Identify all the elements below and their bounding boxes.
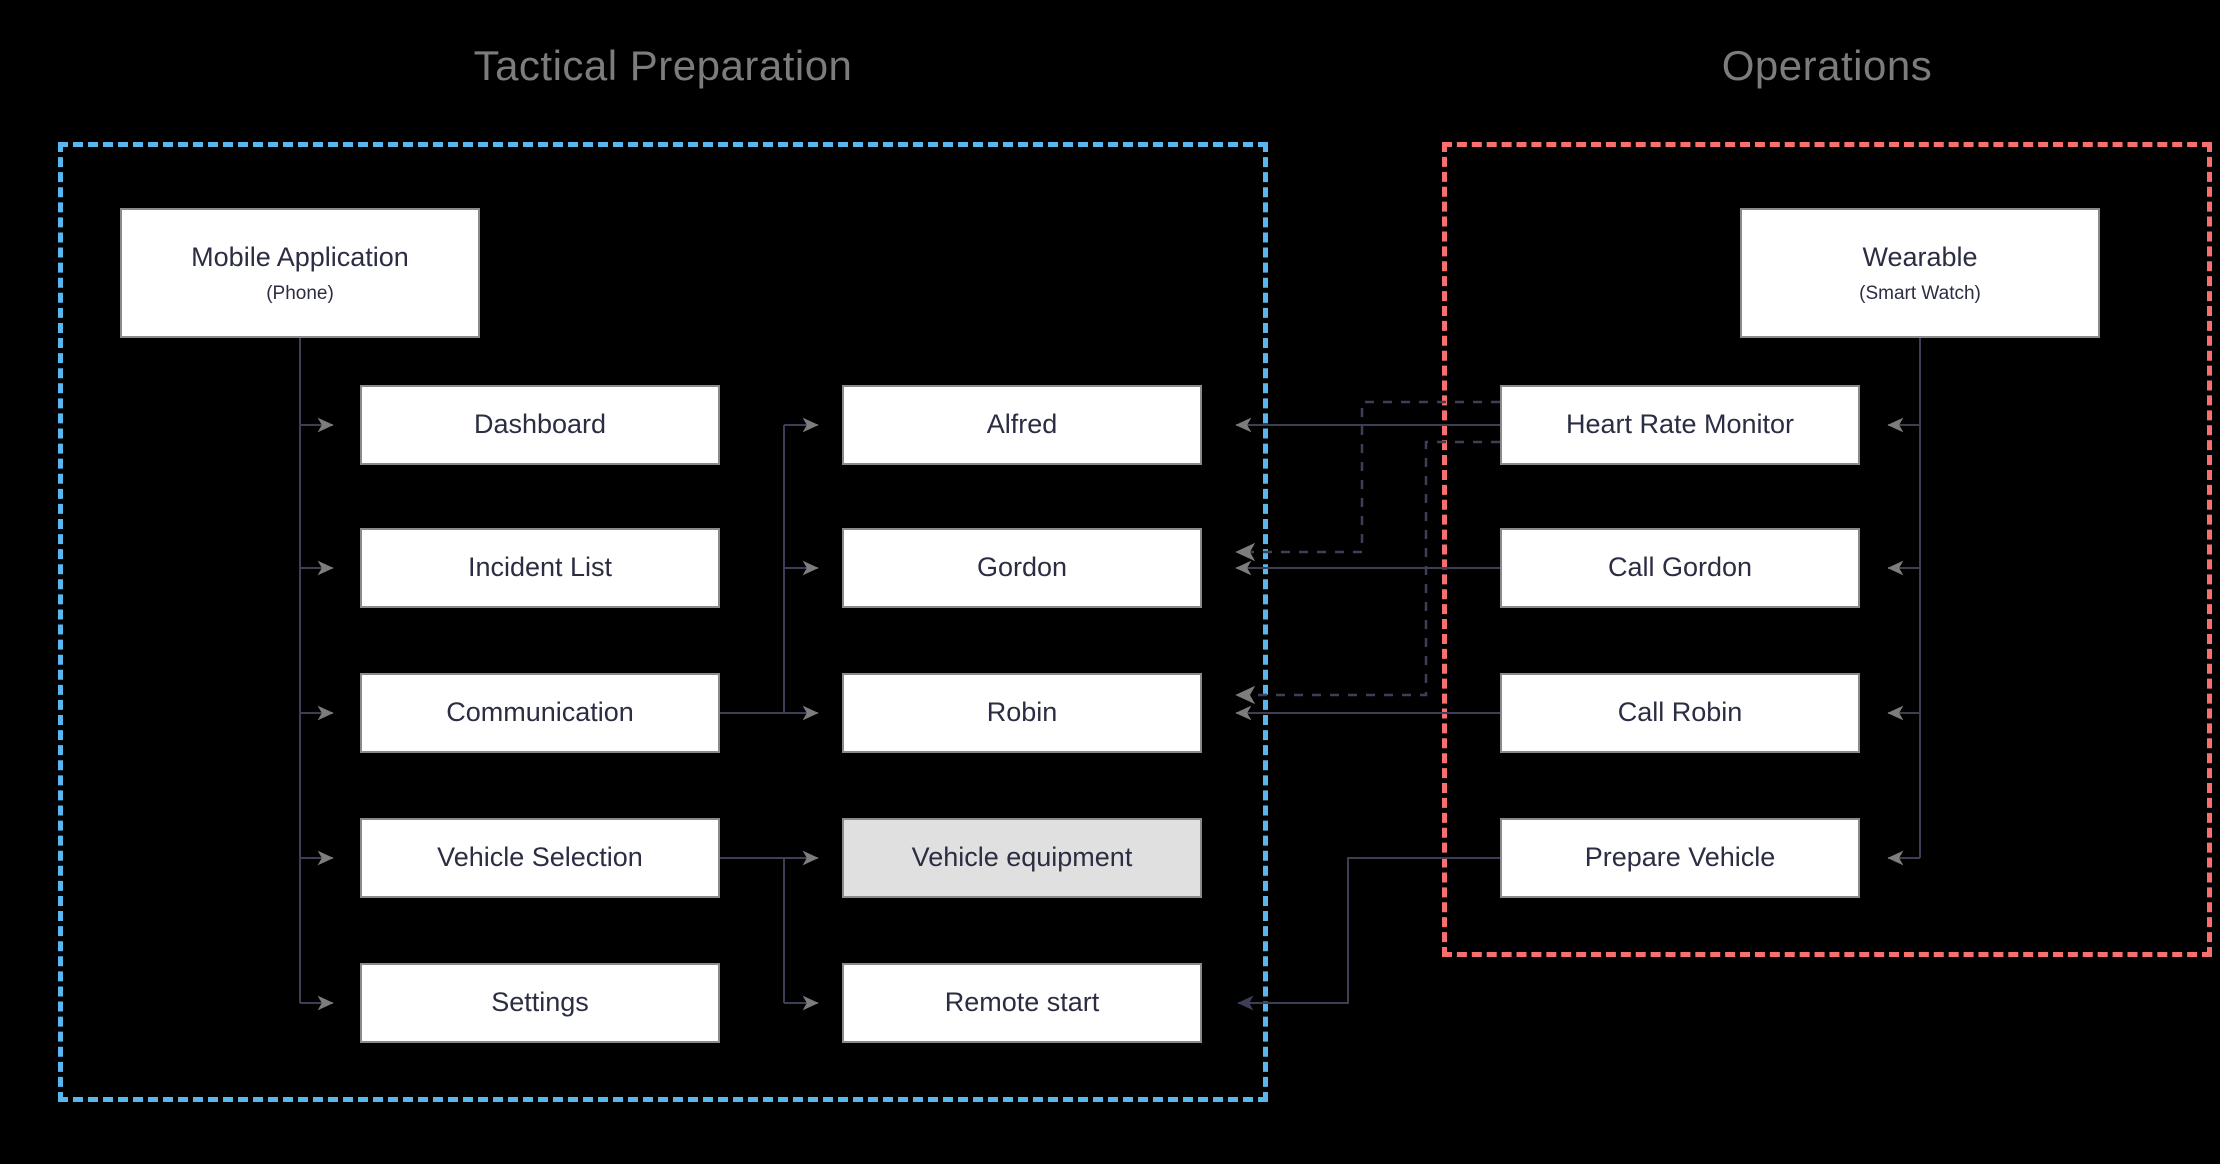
node-heart-rate-monitor[interactable]: Heart Rate Monitor bbox=[1500, 385, 1860, 465]
node-incident-list[interactable]: Incident List bbox=[360, 528, 720, 608]
node-heart-rate-monitor-title: Heart Rate Monitor bbox=[1565, 409, 1795, 440]
node-vehicle-selection-title: Vehicle Selection bbox=[437, 842, 643, 873]
node-call-gordon[interactable]: Call Gordon bbox=[1500, 528, 1860, 608]
node-communication-title: Communication bbox=[446, 697, 634, 728]
node-wearable-subtitle: (Smart Watch) bbox=[1859, 282, 1981, 304]
node-dashboard-title: Dashboard bbox=[473, 409, 607, 440]
node-communication[interactable]: Communication bbox=[360, 673, 720, 753]
node-prepare-vehicle[interactable]: Prepare Vehicle bbox=[1500, 818, 1860, 898]
node-mobile-application-subtitle: (Phone) bbox=[266, 282, 334, 304]
node-prepare-vehicle-title: Prepare Vehicle bbox=[1584, 842, 1776, 873]
node-gordon[interactable]: Gordon bbox=[842, 528, 1202, 608]
node-wearable[interactable]: Wearable (Smart Watch) bbox=[1740, 208, 2100, 338]
node-vehicle-equipment-title: Vehicle equipment bbox=[911, 842, 1133, 873]
node-robin-title: Robin bbox=[986, 697, 1058, 728]
zone-title-operations: Operations bbox=[1721, 42, 1933, 89]
node-alfred[interactable]: Alfred bbox=[842, 385, 1202, 465]
node-dashboard[interactable]: Dashboard bbox=[360, 385, 720, 465]
node-call-gordon-title: Call Gordon bbox=[1607, 552, 1753, 583]
node-call-robin[interactable]: Call Robin bbox=[1500, 673, 1860, 753]
node-wearable-title: Wearable bbox=[1862, 241, 1978, 272]
node-vehicle-selection[interactable]: Vehicle Selection bbox=[360, 818, 720, 898]
node-mobile-application-title: Mobile Application bbox=[191, 241, 409, 272]
node-gordon-title: Gordon bbox=[976, 552, 1068, 583]
node-settings[interactable]: Settings bbox=[360, 963, 720, 1043]
node-robin[interactable]: Robin bbox=[842, 673, 1202, 753]
node-mobile-application[interactable]: Mobile Application (Phone) bbox=[120, 208, 480, 338]
node-vehicle-equipment[interactable]: Vehicle equipment bbox=[842, 818, 1202, 898]
node-call-robin-title: Call Robin bbox=[1617, 697, 1743, 728]
node-incident-list-title: Incident List bbox=[467, 552, 613, 583]
node-alfred-title: Alfred bbox=[986, 409, 1058, 440]
node-settings-title: Settings bbox=[491, 987, 589, 1018]
node-remote-start-title: Remote start bbox=[944, 987, 1100, 1018]
node-remote-start[interactable]: Remote start bbox=[842, 963, 1202, 1043]
diagram-canvas: Tactical Preparation Operations Mobile A… bbox=[0, 0, 2220, 1164]
zone-title-tactical-preparation: Tactical Preparation bbox=[473, 42, 853, 89]
